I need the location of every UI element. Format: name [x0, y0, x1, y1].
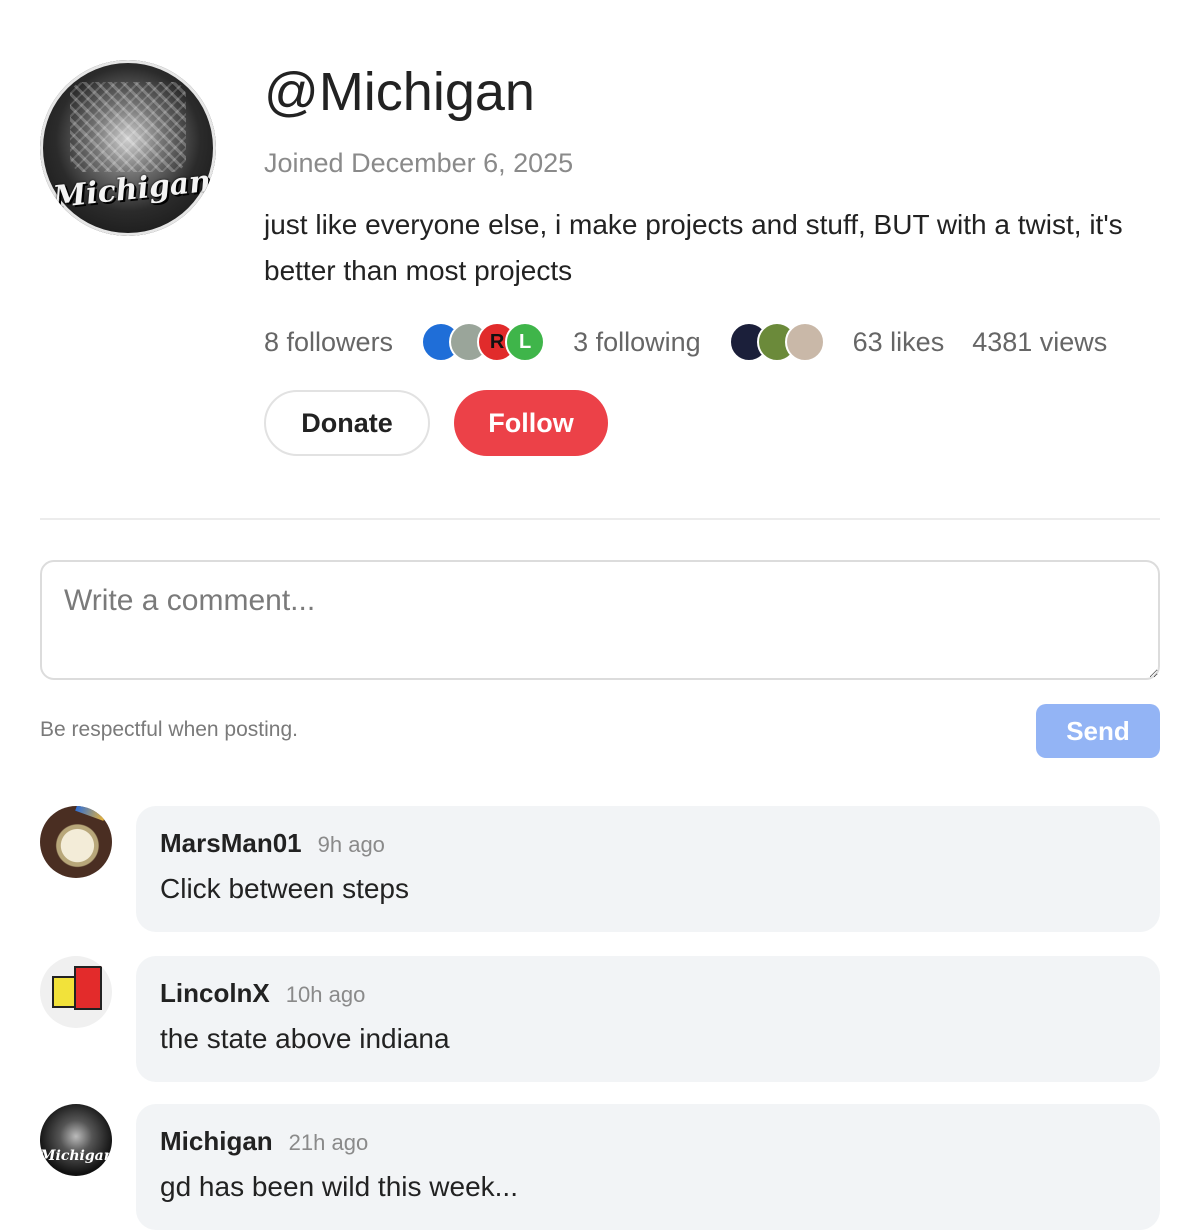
followers-count[interactable]: 8 followers	[264, 327, 393, 358]
joined-date: Joined December 6, 2025	[264, 148, 574, 178]
commenter-avatar[interactable]	[40, 806, 112, 878]
profile-bio: just like everyone else, i make projects…	[264, 209, 1123, 286]
comment-time: 9h ago	[317, 832, 385, 857]
comment-text: gd has been wild this week...	[160, 1171, 518, 1202]
views-count: 4381 views	[972, 326, 1108, 357]
commenter-avatar[interactable]	[40, 956, 112, 1028]
posting-hint: Be respectful when posting.	[40, 718, 298, 741]
comment-username[interactable]: Michigan	[160, 1126, 273, 1157]
following-avatars[interactable]	[728, 322, 825, 362]
commenter-avatar[interactable]: Michigan	[40, 1104, 112, 1176]
avatar-logo: Michigan	[51, 163, 213, 216]
send-button[interactable]: Send	[1036, 704, 1160, 758]
comment-bubble: LincolnX 10h ago the state above indiana	[136, 956, 1160, 1082]
follower-avatars[interactable]: R L	[421, 322, 546, 362]
profile-handle: @Michigan	[264, 62, 535, 122]
likes-count: 63 likes	[852, 326, 945, 357]
follow-button[interactable]: Follow	[454, 390, 608, 456]
donate-button[interactable]: Donate	[264, 390, 430, 456]
comment-time: 10h ago	[285, 982, 366, 1007]
comment-input[interactable]	[40, 560, 1160, 680]
comment-bubble: MarsMan01 9h ago Click between steps	[136, 806, 1160, 932]
following-avatar[interactable]	[784, 322, 825, 362]
following-count[interactable]: 3 following	[573, 327, 701, 358]
comment-username[interactable]: LincolnX	[160, 978, 270, 1009]
profile-actions: Donate Follow	[264, 390, 608, 456]
profile-avatar: Michigan	[40, 60, 216, 236]
profile-stats: 8 followers R L 3 following 63 likes 438…	[264, 322, 1135, 362]
comment-time: 21h ago	[288, 1130, 369, 1155]
avatar-pattern	[70, 82, 186, 172]
comment-text: Click between steps	[160, 873, 410, 904]
section-divider	[40, 518, 1160, 520]
comment-username[interactable]: MarsMan01	[160, 828, 302, 859]
comment-text: the state above indiana	[160, 1023, 450, 1054]
comment-bubble: Michigan 21h ago gd has been wild this w…	[136, 1104, 1160, 1230]
follower-avatar[interactable]: L	[505, 322, 546, 362]
profile-header: Michigan @Michigan Joined December 6, 20…	[40, 60, 1160, 460]
